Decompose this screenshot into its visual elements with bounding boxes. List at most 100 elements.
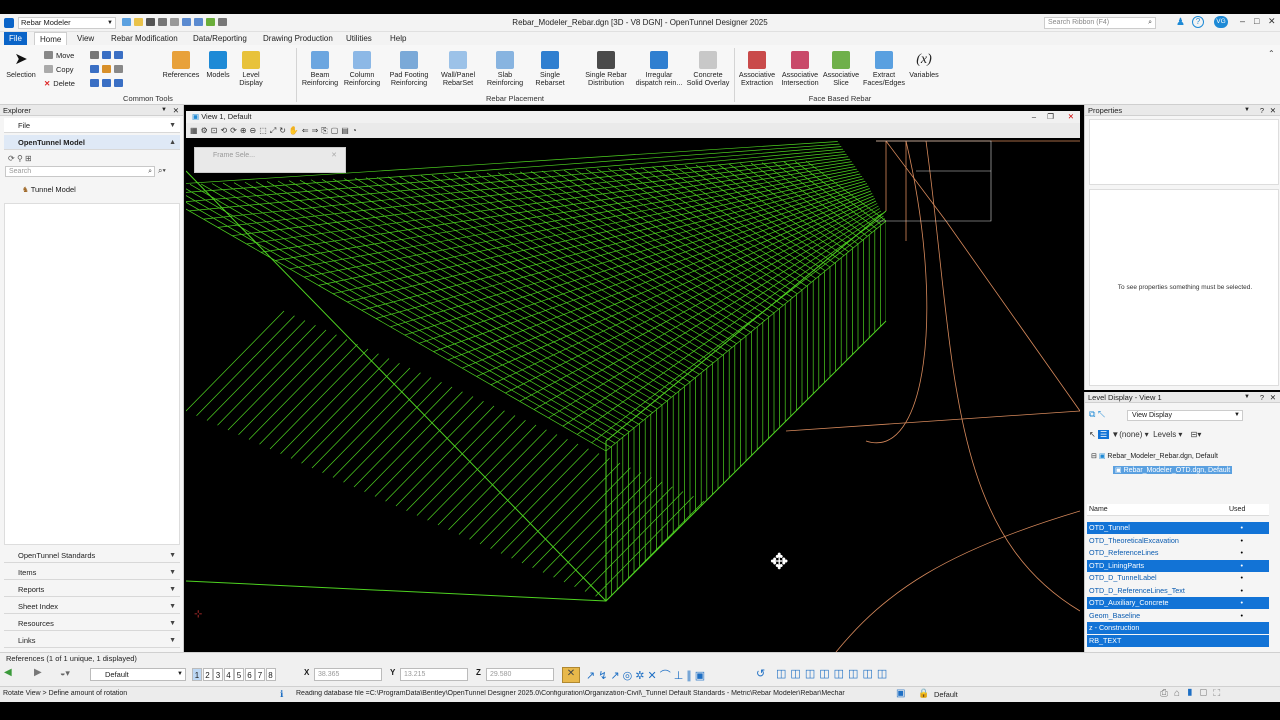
explorer-section-reports[interactable]: Reports ▼ (4, 582, 180, 597)
wall-panel-button[interactable]: Wall/Panel RebarSet (436, 51, 480, 87)
view-number-button[interactable]: 7 (255, 668, 265, 681)
tab-rebar-modification[interactable]: Rebar Modification (106, 32, 183, 45)
close-icon[interactable]: ✕ (1270, 105, 1276, 116)
opentunnel-model-section[interactable]: OpenTunnel Model ▲ (4, 135, 180, 150)
references-button[interactable]: References (160, 51, 202, 79)
restore-icon[interactable]: ❐ (1047, 111, 1054, 123)
view-number-button[interactable]: 1 (192, 668, 202, 681)
undo-icon[interactable] (182, 18, 191, 26)
notification-icon[interactable]: ♟ (1176, 17, 1185, 28)
irregular-dispatch-button[interactable]: Irregular dispatch rein... (634, 51, 684, 87)
view-number-button[interactable]: 6 (244, 668, 255, 681)
explorer-section-standards[interactable]: OpenTunnel Standards ▼ (4, 548, 180, 563)
view-number-button[interactable]: 5 (234, 668, 244, 681)
extract-faces-button[interactable]: Extract Faces/Edges (862, 51, 906, 87)
x-coordinate-field[interactable]: 38.365 (314, 668, 382, 681)
pointer-icon[interactable]: ↖ (1089, 430, 1096, 439)
explorer-section-resources[interactable]: Resources ▼ (4, 616, 180, 631)
used-column-header[interactable]: Used (1229, 504, 1245, 516)
expand-icon[interactable]: ⊞ (25, 154, 32, 163)
level-tree-root[interactable]: ⊟ ▣ Rebar_Modeler_Rebar.dgn, Default (1091, 452, 1218, 460)
copy-button[interactable]: Copy (44, 65, 74, 74)
minimize-icon[interactable]: – (1032, 111, 1036, 123)
save-as-icon[interactable] (158, 18, 167, 26)
workflow-selector[interactable]: Rebar Modeler ▼ (18, 17, 116, 29)
arc-icon[interactable] (114, 51, 123, 59)
explorer-search-input[interactable]: Search ⌕ (5, 166, 155, 177)
place-line-icon[interactable] (102, 51, 111, 59)
levels-dropdown[interactable]: Levels (1153, 430, 1176, 439)
minimize-icon[interactable]: – (1240, 16, 1245, 26)
name-column-header[interactable]: Name (1089, 504, 1108, 516)
beam-reinforcing-button[interactable]: Beam Reinforcing (300, 51, 340, 87)
text-style-icon[interactable] (114, 79, 123, 87)
level-display-button[interactable]: Level Display (234, 51, 268, 87)
level-display-mode-icon[interactable]: ⧉ ↖ (1089, 409, 1105, 420)
level-tree-child[interactable]: ▣ Rebar_Modeler_OTD.dgn, Default (1113, 466, 1233, 474)
refresh-icon[interactable]: ⟳ (8, 154, 15, 163)
close-icon[interactable]: ✕ (331, 151, 337, 159)
view-tools-strip[interactable]: ▦⚙⊡⟲⟳⊕⊖⬚⤢↻✋⇐⇒⎘▢▤◔ (190, 126, 360, 136)
accudraw-icon[interactable]: ✕ (562, 667, 580, 683)
explorer-section-links[interactable]: Links ▼ (4, 633, 180, 648)
tree-item-tunnel-model[interactable]: ♞ Tunnel Model (22, 185, 76, 194)
slab-reinforcing-button[interactable]: Slab Reinforcing (482, 51, 528, 87)
y-coordinate-field[interactable]: 13.215 (400, 668, 468, 681)
text-icon[interactable] (90, 79, 99, 87)
concrete-overlay-button[interactable]: Concrete Solid Overlay (686, 51, 730, 87)
level-row[interactable]: OTD_D_TunnelLabel • (1087, 572, 1269, 584)
close-icon[interactable]: ✕ (173, 105, 179, 116)
design-file-icon[interactable]: ▣ (896, 688, 905, 699)
close-icon[interactable]: ✕ (1270, 392, 1276, 403)
tab-help[interactable]: Help (385, 32, 411, 45)
snap-mode-icon[interactable]: ◒▾ (60, 668, 70, 679)
level-settings-icon[interactable]: ⊟▾ (1191, 430, 1202, 439)
level-row[interactable]: OTD_Auxiliary_Concrete • (1087, 597, 1269, 609)
line-icon[interactable] (90, 51, 99, 59)
level-row[interactable]: OTD_LiningParts • (1087, 559, 1269, 572)
explorer-file-section[interactable]: File ▼ (4, 118, 180, 133)
pad-footing-button[interactable]: Pad Footing Reinforcing (386, 51, 432, 87)
user-avatar[interactable]: VG (1214, 16, 1228, 28)
explorer-section-sheet-index[interactable]: Sheet Index ▼ (4, 599, 180, 614)
ribbon-collapse-icon[interactable]: ⌃ (1268, 49, 1275, 58)
tab-data-reporting[interactable]: Data/Reporting (188, 32, 252, 45)
associative-slice-button[interactable]: Associative Slice (822, 51, 860, 87)
view-number-button[interactable]: 2 (202, 668, 213, 681)
level-row[interactable]: RB_TEXT (1087, 634, 1269, 647)
attribute-icon[interactable] (114, 65, 123, 73)
undo-view-icon[interactable]: ↺ (756, 667, 765, 680)
move-button[interactable]: Move (44, 51, 74, 60)
status-right-icons[interactable]: ⎙⌂▮▢⛶ (1160, 688, 1226, 699)
maximize-icon[interactable]: □ (1254, 16, 1259, 26)
tab-view[interactable]: View (72, 32, 99, 45)
level-row[interactable]: OTD_Tunnel • (1087, 522, 1269, 534)
snap-toolbar[interactable]: ↗↯↗◎✲✕⌒⊥∥▣ (586, 667, 708, 683)
shape-icon[interactable] (90, 65, 99, 73)
level-row[interactable]: Geom_Baseline • (1087, 610, 1269, 622)
single-rebar-distribution-button[interactable]: Single Rebar Distribution (580, 51, 632, 87)
chevron-down-icon[interactable]: ▼ (1244, 392, 1250, 403)
open-icon[interactable] (134, 18, 143, 26)
selection-button[interactable]: ➤ Selection (4, 51, 38, 79)
tab-utilities[interactable]: Utilities (341, 32, 377, 45)
pin-icon[interactable] (206, 18, 215, 26)
filter-icon[interactable]: ⚲ (17, 154, 23, 163)
single-rebarset-button[interactable]: Single Rebarset (530, 51, 570, 87)
filter-search-icon[interactable]: ⌕▾ (158, 166, 166, 176)
associative-intersection-button[interactable]: Associative Intersection (778, 51, 822, 87)
rebar-3d-viewport[interactable] (186, 111, 1080, 652)
tab-drawing-production[interactable]: Drawing Production (258, 32, 338, 45)
close-icon[interactable]: ✕ (1068, 111, 1074, 123)
fill-icon[interactable] (102, 65, 111, 73)
level-row[interactable]: OTD_ReferenceLines • (1087, 547, 1269, 559)
level-row[interactable]: z - Construction (1087, 622, 1269, 634)
close-icon[interactable]: ✕ (1268, 16, 1276, 27)
view-number-button[interactable]: 4 (223, 668, 234, 681)
forward-icon[interactable]: ▶ (34, 667, 42, 678)
view-number-button[interactable]: 3 (213, 668, 223, 681)
active-level-select[interactable]: Default ▼ (90, 668, 186, 681)
frame-selection-dialog[interactable]: Frame Sele... ✕ (194, 147, 346, 173)
chevron-down-icon[interactable]: ▼ (1244, 105, 1250, 116)
new-icon[interactable] (122, 18, 131, 26)
